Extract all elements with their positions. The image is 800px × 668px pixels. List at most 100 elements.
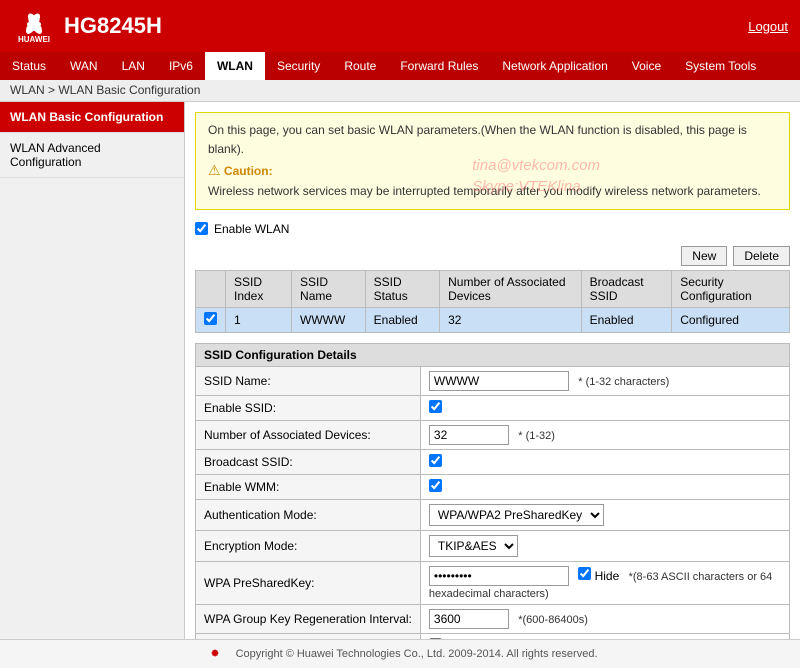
svg-text:HUAWEI: HUAWEI	[18, 35, 50, 44]
header: HUAWEI HG8245H Logout	[0, 0, 800, 52]
col-associated-devices: Number of Associated Devices	[440, 270, 581, 307]
label-associated-devices: Number of Associated Devices:	[196, 420, 421, 449]
select-encryption-mode[interactable]: TKIP&AES TKIP AES	[429, 535, 518, 557]
footer: Copyright © Huawei Technologies Co., Ltd…	[0, 639, 800, 668]
row-ssid-index: 1	[226, 307, 292, 332]
row-associated: 32	[440, 307, 581, 332]
value-enable-wps	[420, 633, 789, 639]
value-wpa-group-key: *(600-86400s)	[420, 604, 789, 633]
checkbox-hide-key[interactable]	[578, 567, 591, 580]
enable-wlan-row: Enable WLAN	[195, 222, 790, 236]
field-associated-devices: Number of Associated Devices: * (1-32)	[196, 420, 790, 449]
caution-text: Wireless network services may be interru…	[208, 184, 761, 198]
hint-wpa-group-key: *(600-86400s)	[518, 614, 588, 626]
col-checkbox	[196, 270, 226, 307]
label-enable-ssid: Enable SSID:	[196, 395, 421, 420]
config-form-table: SSID Name: * (1-32 characters) Enable SS…	[195, 366, 790, 639]
content-area: On this page, you can set basic WLAN par…	[185, 102, 800, 639]
field-auth-mode: Authentication Mode: WPA/WPA2 PreSharedK…	[196, 499, 790, 530]
label-wpa-group-key: WPA Group Key Regeneration Interval:	[196, 604, 421, 633]
caution-label: Caution:	[224, 164, 273, 178]
row-checkbox[interactable]	[204, 312, 217, 325]
value-enable-ssid	[420, 395, 789, 420]
nav-item-security[interactable]: Security	[265, 52, 332, 80]
label-hide-key: Hide	[595, 569, 620, 583]
nav-item-route[interactable]: Route	[332, 52, 388, 80]
nav-item-wan[interactable]: WAN	[58, 52, 110, 80]
nav-item-status[interactable]: Status	[0, 52, 58, 80]
field-ssid-name: SSID Name: * (1-32 characters)	[196, 366, 790, 395]
ssid-config-section-title: SSID Configuration Details	[195, 343, 790, 366]
row-broadcast: Enabled	[581, 307, 672, 332]
field-broadcast-ssid: Broadcast SSID:	[196, 449, 790, 474]
col-broadcast-ssid: Broadcast SSID	[581, 270, 672, 307]
hint-ssid-name: * (1-32 characters)	[578, 376, 669, 388]
field-wpa-group-key: WPA Group Key Regeneration Interval: *(6…	[196, 604, 790, 633]
row-ssid-status: Enabled	[365, 307, 439, 332]
nav-item-voice[interactable]: Voice	[620, 52, 673, 80]
notice-main-text: On this page, you can set basic WLAN par…	[208, 123, 747, 156]
ssid-table: SSID Index SSID Name SSID Status Number …	[195, 270, 790, 333]
value-enable-wmm	[420, 474, 789, 499]
nav-item-lan[interactable]: LAN	[110, 52, 157, 80]
nav-item-ipv6[interactable]: IPv6	[157, 52, 205, 80]
enable-wlan-label: Enable WLAN	[214, 222, 289, 236]
value-auth-mode: WPA/WPA2 PreSharedKey WPA WPA2 None	[420, 499, 789, 530]
value-associated-devices: * (1-32)	[420, 420, 789, 449]
col-ssid-status: SSID Status	[365, 270, 439, 307]
field-enable-wmm: Enable WMM:	[196, 474, 790, 499]
enable-wlan-checkbox[interactable]	[195, 222, 208, 235]
nav-item-system-tools[interactable]: System Tools	[673, 52, 768, 80]
nav-item-forward-rules[interactable]: Forward Rules	[388, 52, 490, 80]
logout-button[interactable]: Logout	[748, 19, 788, 34]
row-ssid-name: WWWW	[292, 307, 366, 332]
huawei-logo-icon: HUAWEI	[12, 8, 56, 44]
header-logo: HUAWEI HG8245H	[12, 8, 162, 44]
input-ssid-name[interactable]	[429, 371, 569, 391]
header-title: HG8245H	[64, 13, 162, 39]
value-wpa-presharedkey: Hide *(8-63 ASCII characters or 64 hexad…	[420, 561, 789, 604]
value-ssid-name: * (1-32 characters)	[420, 366, 789, 395]
col-security-config: Security Configuration	[672, 270, 790, 307]
label-enable-wps: Enable WPS:	[196, 633, 421, 639]
checkbox-enable-wps[interactable]	[429, 638, 442, 639]
label-broadcast-ssid: Broadcast SSID:	[196, 449, 421, 474]
col-ssid-name: SSID Name	[292, 270, 366, 307]
select-auth-mode[interactable]: WPA/WPA2 PreSharedKey WPA WPA2 None	[429, 504, 604, 526]
label-ssid-name: SSID Name:	[196, 366, 421, 395]
sidebar-item-wlan-basic-configuration[interactable]: WLAN Basic Configuration	[0, 102, 184, 133]
nav-item-wlan[interactable]: WLAN	[205, 52, 265, 80]
hint-associated-devices: * (1-32)	[518, 430, 555, 442]
field-wpa-presharedkey: WPA PreSharedKey: Hide *(8-63 ASCII char…	[196, 561, 790, 604]
sidebar: WLAN Basic ConfigurationWLAN Advanced Co…	[0, 102, 185, 639]
row-security: Configured	[672, 307, 790, 332]
checkbox-enable-wmm[interactable]	[429, 479, 442, 492]
sidebar-item-wlan-advanced-configuration[interactable]: WLAN Advanced Configuration	[0, 133, 184, 178]
checkbox-broadcast-ssid[interactable]	[429, 454, 442, 467]
delete-button[interactable]: Delete	[733, 246, 790, 266]
input-wpa-group-key[interactable]	[429, 609, 509, 629]
breadcrumb: WLAN > WLAN Basic Configuration	[0, 80, 800, 102]
checkbox-enable-ssid[interactable]	[429, 400, 442, 413]
row-checkbox-cell[interactable]	[196, 307, 226, 332]
label-wpa-presharedkey: WPA PreSharedKey:	[196, 561, 421, 604]
value-encryption-mode: TKIP&AES TKIP AES	[420, 530, 789, 561]
label-enable-wmm: Enable WMM:	[196, 474, 421, 499]
table-row[interactable]: 1 WWWW Enabled 32 Enabled Configured	[196, 307, 790, 332]
footer-text: Copyright © Huawei Technologies Co., Ltd…	[236, 648, 598, 660]
footer-logo-icon	[203, 645, 227, 663]
table-toolbar: New Delete	[195, 246, 790, 266]
new-button[interactable]: New	[681, 246, 727, 266]
label-encryption-mode: Encryption Mode:	[196, 530, 421, 561]
field-encryption-mode: Encryption Mode: TKIP&AES TKIP AES	[196, 530, 790, 561]
col-ssid-index: SSID Index	[226, 270, 292, 307]
notice-box: On this page, you can set basic WLAN par…	[195, 112, 790, 210]
caution-icon: ⚠	[208, 162, 221, 178]
value-broadcast-ssid	[420, 449, 789, 474]
input-associated-devices[interactable]	[429, 425, 509, 445]
input-wpa-presharedkey[interactable]	[429, 566, 569, 586]
main-layout: WLAN Basic ConfigurationWLAN Advanced Co…	[0, 102, 800, 639]
field-enable-ssid: Enable SSID:	[196, 395, 790, 420]
nav-item-network-application[interactable]: Network Application	[490, 52, 619, 80]
navbar: StatusWANLANIPv6WLANSecurityRouteForward…	[0, 52, 800, 80]
